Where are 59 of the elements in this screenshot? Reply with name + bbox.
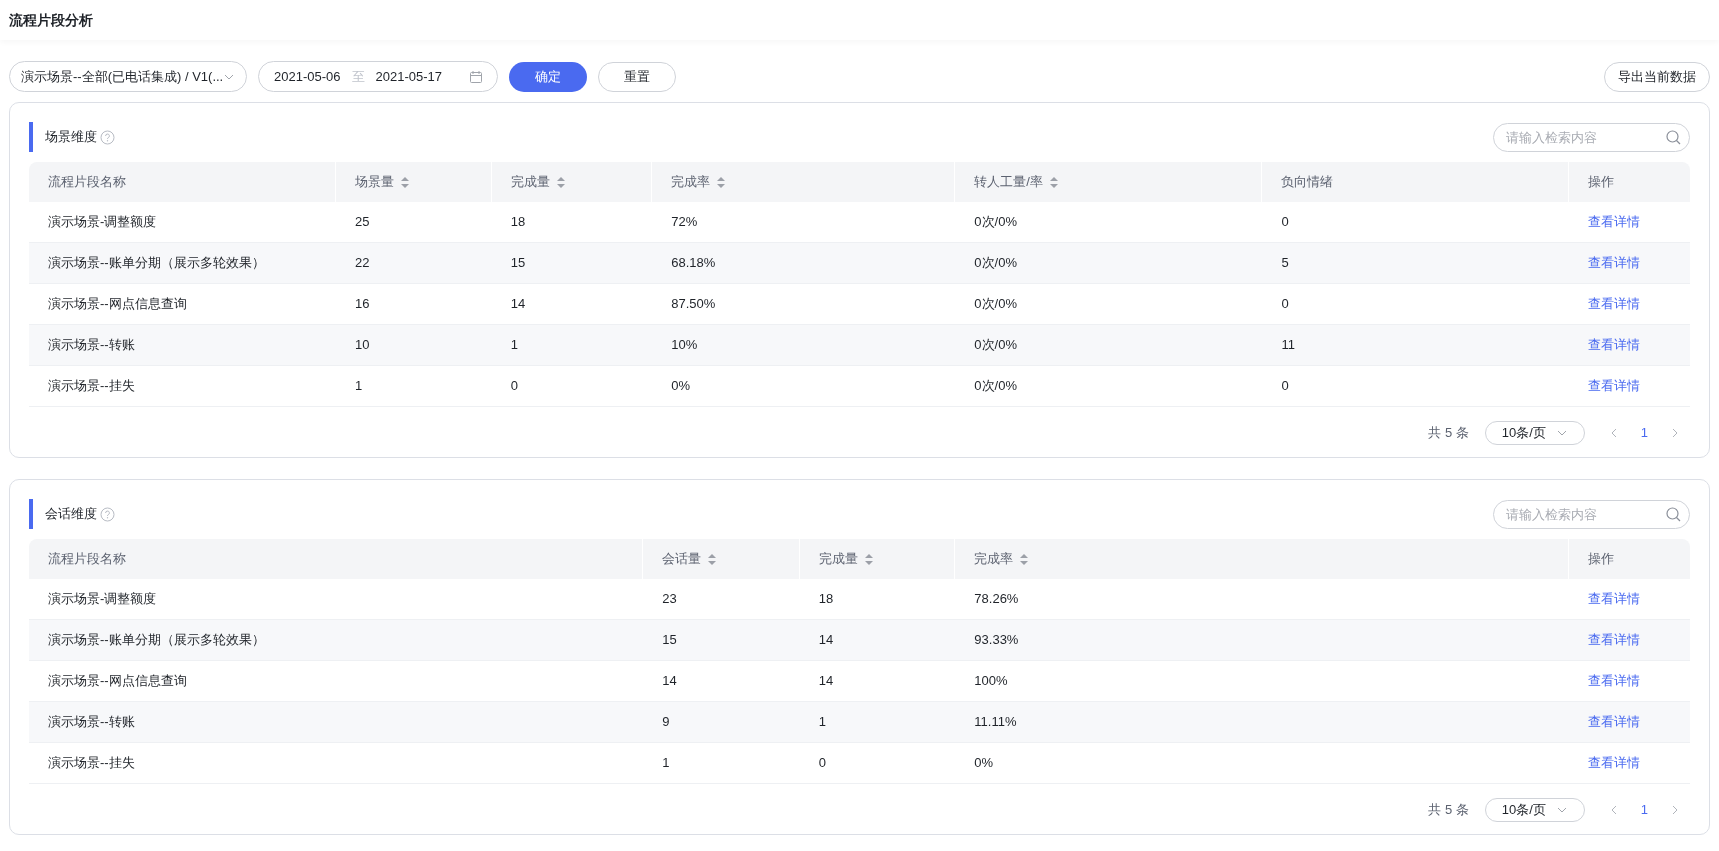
- column-header[interactable]: 场景量: [336, 162, 492, 202]
- column-header[interactable]: 完成量: [491, 162, 653, 202]
- table-cell: 1: [643, 743, 800, 784]
- view-details-link[interactable]: 查看详情: [1587, 214, 1640, 230]
- sort-icon: [1019, 552, 1030, 566]
- column-header: 流程片段名称: [29, 162, 337, 202]
- search-field[interactable]: 请输入检索内容: [1493, 499, 1690, 529]
- sort-icon: [716, 175, 727, 189]
- total-count: 共 5 条: [1428, 801, 1469, 820]
- end-date: 2021-05-17: [375, 67, 442, 86]
- help-icon: [100, 506, 115, 522]
- accent-bar: [29, 499, 33, 529]
- search-icon: [1665, 128, 1681, 145]
- page-title: 流程片段分析: [9, 10, 93, 30]
- view-details-link[interactable]: 查看详情: [1587, 296, 1640, 312]
- view-details-link[interactable]: 查看详情: [1587, 255, 1640, 271]
- table-cell: 0: [491, 366, 653, 407]
- table-cell: 0: [799, 743, 956, 784]
- start-date: 2021-05-06: [274, 67, 341, 86]
- view-details-link[interactable]: 查看详情: [1587, 337, 1640, 353]
- view-details-link[interactable]: 查看详情: [1587, 714, 1640, 730]
- column-header: 负向情绪: [1262, 162, 1569, 202]
- view-details-link[interactable]: 查看详情: [1587, 632, 1640, 648]
- view-details-link[interactable]: 查看详情: [1587, 755, 1640, 771]
- sort-icon: [707, 552, 718, 566]
- search-field[interactable]: 请输入检索内容: [1493, 122, 1690, 152]
- page-number[interactable]: 1: [1632, 423, 1656, 443]
- table-cell: 演示场景--挂失: [29, 743, 644, 784]
- confirm-button[interactable]: 确定: [509, 61, 587, 92]
- calendar-icon: [469, 70, 482, 83]
- view-details-link[interactable]: 查看详情: [1587, 673, 1640, 689]
- sort-icon: [863, 552, 874, 566]
- page-number[interactable]: 1: [1632, 800, 1656, 820]
- column-header[interactable]: 完成量: [799, 539, 956, 579]
- date-separator: 至: [351, 67, 365, 86]
- accent-bar: [29, 122, 33, 152]
- column-header: 操作: [1568, 162, 1690, 202]
- column-header: 操作: [1568, 539, 1690, 579]
- table-cell: 1: [336, 366, 492, 407]
- table-cell: 演示场景--挂失: [29, 366, 337, 407]
- column-header[interactable]: 转人工量/率: [955, 162, 1263, 202]
- sort-icon: [400, 175, 411, 189]
- table-cell: 0%: [652, 366, 956, 407]
- sort-icon: [555, 175, 566, 189]
- column-header[interactable]: 会话量: [643, 539, 800, 579]
- table-cell: 0次/0%: [955, 366, 1263, 407]
- view-details-link[interactable]: 查看详情: [1587, 591, 1640, 607]
- help-icon: [100, 129, 115, 145]
- table-cell: 0%: [955, 743, 1569, 784]
- table-cell: 0: [1262, 366, 1569, 407]
- view-details-link[interactable]: 查看详情: [1587, 378, 1640, 394]
- column-header: 流程片段名称: [29, 539, 644, 579]
- panel-title: 场景维度: [45, 128, 97, 147]
- sort-icon: [1048, 175, 1059, 189]
- panel-title: 会话维度: [45, 505, 97, 524]
- column-header[interactable]: 完成率: [652, 162, 956, 202]
- column-header[interactable]: 完成率: [955, 539, 1569, 579]
- search-icon: [1665, 505, 1681, 522]
- total-count: 共 5 条: [1428, 424, 1469, 443]
